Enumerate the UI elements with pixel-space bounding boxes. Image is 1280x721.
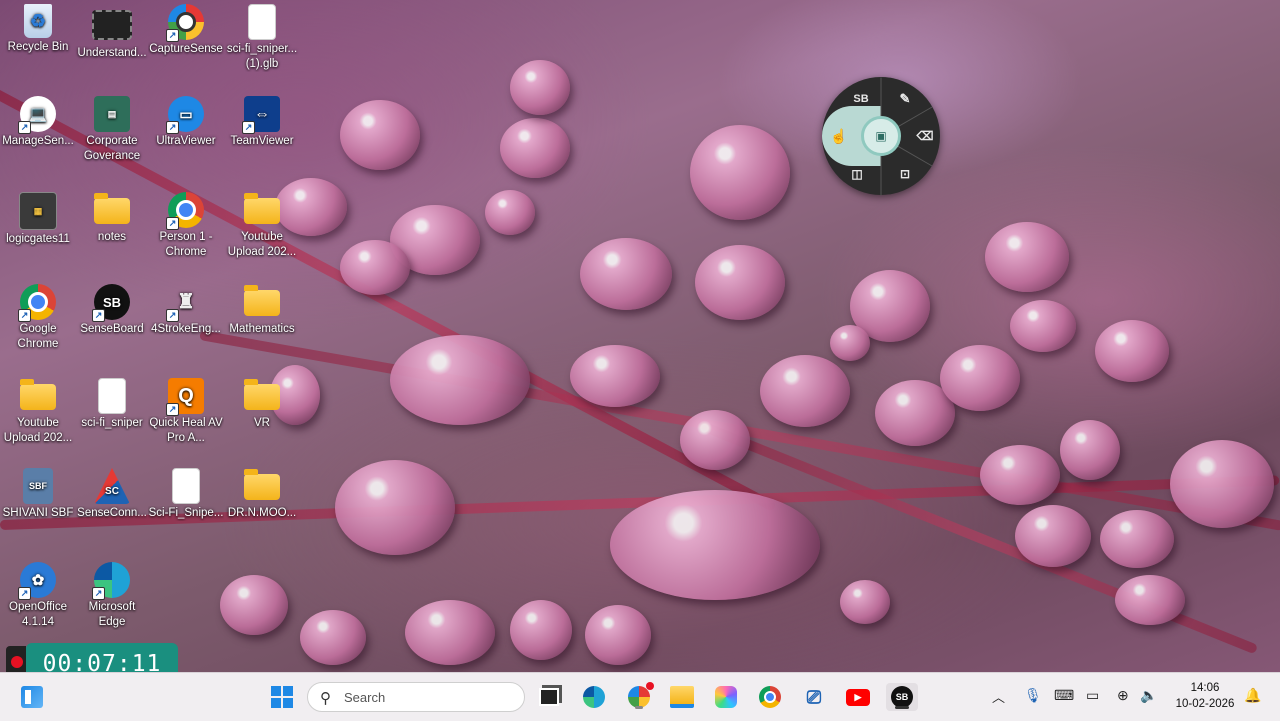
volume-icon[interactable]: 🔈: [1140, 687, 1157, 704]
chrome-icon[interactable]: [756, 683, 784, 711]
senseboard-icon: SB: [891, 686, 913, 708]
youtube-icon[interactable]: ▶: [844, 683, 872, 711]
manage-sense-icon: 💻 ↗: [18, 96, 56, 134]
senseconnect-icon: SC: [94, 468, 130, 504]
capturesense-icon[interactable]: [625, 682, 654, 711]
file-explorer-icon[interactable]: [668, 683, 696, 711]
desktop-icon-shivani-sbf[interactable]: SBF SHIVANI SBF: [0, 468, 76, 521]
quickheal-icon: Q ↗: [166, 378, 204, 416]
desktop-icon-mathematics[interactable]: Mathematics: [224, 284, 300, 337]
desktop-icon-dr-n-moo[interactable]: DR.N.MOO...: [224, 468, 300, 521]
desktop-icon-capturesense[interactable]: ↗ CaptureSense: [148, 4, 224, 57]
search-icon: ⚲: [320, 690, 331, 707]
record-dot-icon: [11, 656, 23, 668]
task-view-icon[interactable]: [535, 683, 563, 711]
recycle-bin-icon: ♻: [24, 4, 52, 38]
folder-icon: [244, 469, 280, 500]
corporate-icon: ▤: [94, 96, 130, 132]
logicgates-icon: ▦: [19, 192, 57, 230]
folder-icon: [244, 193, 280, 224]
desktop-icon-4strokeengine[interactable]: ♜ ↗ 4StrokeEng...: [148, 284, 224, 337]
start-button[interactable]: [268, 683, 296, 711]
file-icon: [98, 378, 126, 414]
show-hidden-icons-chevron-icon[interactable]: ︿: [992, 687, 1005, 706]
desktop-icon-recycle-bin[interactable]: ♻ Recycle Bin: [0, 4, 76, 55]
openoffice-icon: ✿ ↗: [18, 562, 56, 600]
taskbar: ⚲ Search ⎚ ▶ SB ︿ 🎙 ⌨ ▭ ⊕ 🔈 14:06 10-02-…: [0, 672, 1280, 721]
folder-icon: [94, 193, 130, 224]
capturesense-icon: ↗: [166, 4, 204, 42]
desktop-icon-sci-fi-sniper-glb[interactable]: sci-fi_sniper... (1).glb: [224, 4, 300, 72]
desktop-icon-notes[interactable]: notes: [74, 192, 150, 245]
desktop-icon-vr[interactable]: VR: [224, 378, 300, 431]
desktop-icon-sci-fi-snipe[interactable]: Sci-Fi_Snipe...: [148, 468, 224, 521]
folder-icon: [244, 285, 280, 316]
desktop-icon-youtube-upload-1[interactable]: Youtube Upload 202...: [0, 378, 76, 446]
edge-icon[interactable]: [580, 683, 608, 711]
pen-icon[interactable]: ✎: [894, 90, 916, 108]
teamviewer-icon: ⇔ ↗: [242, 96, 280, 134]
folder-icon: [244, 379, 280, 410]
sb-button[interactable]: SB: [850, 90, 872, 108]
ultraviewer-icon: ▭ ↗: [166, 96, 204, 134]
file-icon: [172, 468, 200, 504]
engine-icon: ♜ ↗: [166, 284, 204, 322]
eraser-icon[interactable]: ⌫: [914, 127, 936, 145]
desktop-icon-senseboard[interactable]: SB ↗ SenseBoard: [74, 284, 150, 337]
windows-logo-icon: [271, 686, 293, 708]
desktop-icon-quick-heal[interactable]: Q ↗ Quick Heal AV Pro A...: [148, 378, 224, 446]
clock-date: 10-02-2026: [1175, 698, 1235, 710]
desktop-icon-microsoft-edge[interactable]: ↗ Microsoft Edge: [74, 562, 150, 630]
desktop-icon-person-1-chrome[interactable]: ↗ Person 1 - Chrome: [148, 192, 224, 260]
desktop-icon-logicgates[interactable]: ▦ logicgates11: [0, 192, 76, 247]
desktop-icon-senseconnect[interactable]: SC SenseConn...: [74, 468, 150, 521]
desktop-icon-teamviewer[interactable]: ⇔ ↗ TeamViewer: [224, 96, 300, 149]
cast-icon[interactable]: ⎚: [800, 683, 828, 711]
edge-icon: ↗: [92, 562, 130, 600]
display-icon[interactable]: ▭: [1086, 687, 1099, 704]
pointer-icon[interactable]: ☝: [828, 127, 850, 145]
notification-bell-icon[interactable]: 🔔: [1244, 687, 1261, 704]
sbf-file-icon: SBF: [23, 468, 53, 504]
desktop-icon-corporate-goverance[interactable]: ▤ Corporate Goverance: [74, 96, 150, 164]
widgets-icon[interactable]: [18, 683, 46, 711]
chrome-icon: ↗: [18, 284, 56, 322]
desktop-icon-ultraviewer[interactable]: ▭ ↗ UltraViewer: [148, 96, 224, 149]
split-view-icon[interactable]: ◫: [846, 165, 868, 183]
video-file-icon: [92, 10, 132, 40]
desktop-icon-understand[interactable]: Understand...: [74, 4, 150, 61]
screenshot-icon[interactable]: ⊡: [894, 165, 916, 183]
microphone-icon[interactable]: 🎙: [1024, 687, 1042, 704]
desktop-icon-youtube-upload-2[interactable]: Youtube Upload 202...: [224, 192, 300, 260]
taskbar-search[interactable]: ⚲ Search: [307, 682, 525, 712]
radial-tool-menu[interactable]: SB ✎ ⌫ ⊡ ◫ ☝ ▣: [822, 77, 940, 196]
folder-icon: [20, 379, 56, 410]
running-indicator: [635, 706, 643, 709]
desktop-icon-openoffice[interactable]: ✿ ↗ OpenOffice 4.1.14: [0, 562, 76, 630]
clock-time: 14:06: [1190, 682, 1220, 694]
chrome-profile-icon: ↗: [166, 192, 204, 230]
desktop-icon-sci-fi-sniper[interactable]: sci-fi_sniper: [74, 378, 150, 431]
senseboard-icon: SB ↗: [92, 284, 130, 322]
taskbar-clock[interactable]: 14:06 10-02-2026: [1168, 680, 1242, 712]
running-indicator: [895, 706, 909, 709]
desktop-icon-managesense[interactable]: 💻 ↗ ManageSen...: [0, 96, 76, 149]
file-icon: [248, 4, 276, 40]
network-icon[interactable]: ⊕: [1117, 687, 1129, 704]
copilot-icon[interactable]: [712, 683, 740, 711]
search-placeholder: Search: [344, 690, 386, 705]
desktop-icon-google-chrome[interactable]: ↗ Google Chrome: [0, 284, 76, 352]
keyboard-icon[interactable]: ⌨: [1054, 687, 1074, 704]
senseboard-taskbar-button[interactable]: SB: [886, 683, 918, 711]
screen-icon[interactable]: ▣: [861, 116, 901, 156]
